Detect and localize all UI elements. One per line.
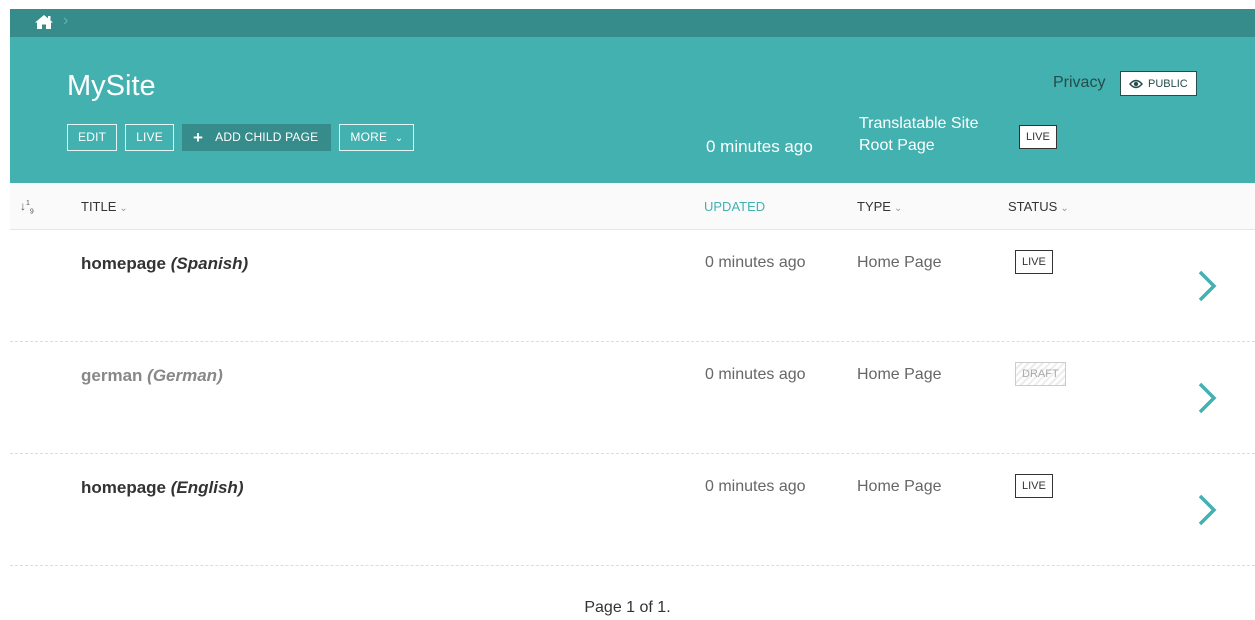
header-page-type: Translatable Site Root Page xyxy=(859,115,979,154)
column-status[interactable]: STATUS ⌄ xyxy=(1008,199,1069,214)
status-badge: LIVE xyxy=(1019,125,1057,149)
page-header: MySite EDIT LIVE + ADD CHILD PAGE MORE ⌄… xyxy=(10,37,1255,183)
row-language: (German) xyxy=(147,366,223,385)
page-title: MySite xyxy=(67,70,156,102)
chevron-right-icon[interactable] xyxy=(1197,270,1217,302)
status-badge: LIVE xyxy=(1015,250,1053,274)
table-row: homepage (English) 0 minutes ago Home Pa… xyxy=(10,454,1255,566)
chevron-down-icon: ⌄ xyxy=(893,203,903,214)
status-badge: LIVE xyxy=(1015,474,1053,498)
page-title-link[interactable]: homepage (English) xyxy=(81,478,243,498)
page-title-link[interactable]: homepage (Spanish) xyxy=(81,254,248,274)
breadcrumb-separator: › xyxy=(63,12,69,29)
row-type: Home Page xyxy=(857,478,942,495)
column-title[interactable]: TITLE ⌄ xyxy=(81,199,128,214)
row-language: (Spanish) xyxy=(170,254,249,273)
chevron-right-icon[interactable] xyxy=(1197,382,1217,414)
page-title-link[interactable]: german (German) xyxy=(81,366,223,386)
privacy-button[interactable]: PUBLIC xyxy=(1120,71,1197,96)
more-label: MORE xyxy=(350,130,388,144)
add-child-page-label: ADD CHILD PAGE xyxy=(215,130,319,144)
row-status: DRAFT xyxy=(1015,362,1066,386)
plus-icon: + xyxy=(192,128,204,147)
privacy-button-label: PUBLIC xyxy=(1148,77,1188,90)
chevron-down-icon: ⌄ xyxy=(119,203,128,214)
more-dropdown-button[interactable]: MORE ⌄ xyxy=(339,124,415,151)
listing-column-header: ↓19 TITLE ⌄ UPDATED TYPE ⌄ STATUS ⌄ xyxy=(10,183,1255,230)
edit-button[interactable]: EDIT xyxy=(67,124,118,151)
column-title-label: TITLE xyxy=(81,199,117,214)
row-title: homepage xyxy=(81,254,167,273)
eye-icon xyxy=(1129,79,1143,88)
sort-numeric-icon[interactable]: ↓19 xyxy=(20,199,34,215)
table-row: homepage (Spanish) 0 minutes ago Home Pa… xyxy=(10,230,1255,342)
view-live-button[interactable]: LIVE xyxy=(125,124,174,151)
row-updated: 0 minutes ago xyxy=(705,478,806,495)
add-child-page-button[interactable]: + ADD CHILD PAGE xyxy=(181,124,332,151)
row-updated: 0 minutes ago xyxy=(705,254,806,271)
row-type: Home Page xyxy=(857,366,942,383)
column-type-label: TYPE xyxy=(857,199,891,214)
row-title: homepage xyxy=(81,478,167,497)
row-status: LIVE xyxy=(1015,474,1053,498)
chevron-right-icon[interactable] xyxy=(1197,494,1217,526)
row-status: LIVE xyxy=(1015,250,1053,274)
header-updated: 0 minutes ago xyxy=(706,137,813,156)
chevron-down-icon: ⌄ xyxy=(394,133,404,144)
home-icon[interactable] xyxy=(34,14,54,30)
row-updated: 0 minutes ago xyxy=(705,366,806,383)
column-updated[interactable]: UPDATED xyxy=(704,199,765,214)
header-status: LIVE xyxy=(1019,125,1057,149)
pagination: Page 1 of 1. xyxy=(584,599,671,616)
row-language: (English) xyxy=(170,478,244,497)
privacy-label: Privacy xyxy=(1053,74,1106,91)
chevron-down-icon: ⌄ xyxy=(1060,203,1069,214)
row-type: Home Page xyxy=(857,254,942,271)
status-badge: DRAFT xyxy=(1015,362,1066,386)
column-status-label: STATUS xyxy=(1008,199,1058,214)
column-type[interactable]: TYPE ⌄ xyxy=(857,199,902,214)
row-title: german xyxy=(81,366,143,385)
table-row: german (German) 0 minutes ago Home Page … xyxy=(10,342,1255,454)
page-actions: EDIT LIVE + ADD CHILD PAGE MORE ⌄ xyxy=(67,124,415,151)
breadcrumb: › xyxy=(10,9,1255,37)
